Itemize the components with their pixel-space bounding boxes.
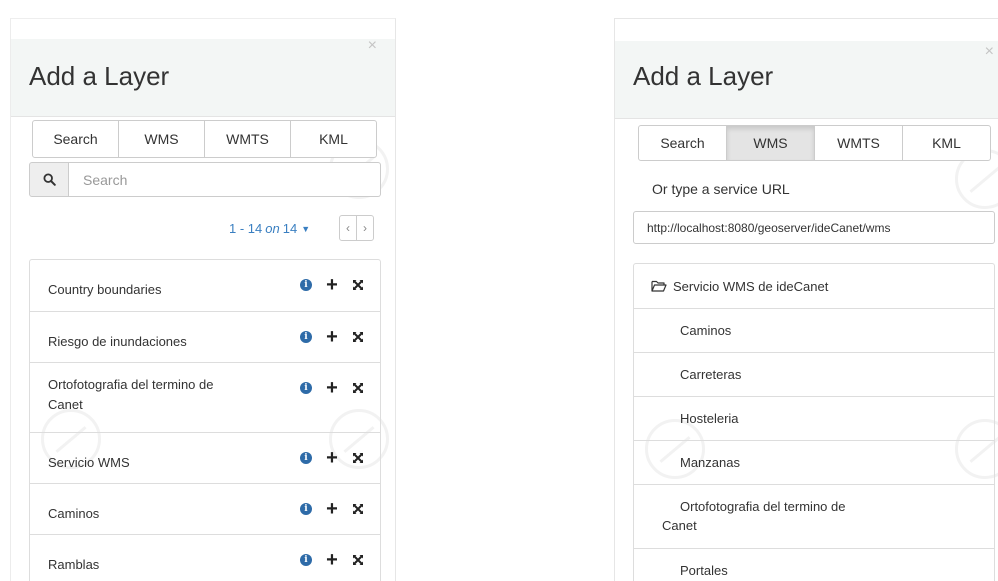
search-group	[29, 162, 381, 197]
close-button[interactable]: ×	[368, 37, 377, 55]
list-item: Country boundaries i +	[30, 260, 380, 312]
tab-kml[interactable]: KML	[902, 125, 991, 161]
caret-down-icon: ▼	[301, 223, 311, 234]
layer-name: Country boundaries	[48, 282, 162, 297]
tab-wmts[interactable]: WMTS	[814, 125, 903, 161]
layer-name: Servicio WMS	[48, 455, 130, 470]
modal-header: Add a Layer ×	[615, 41, 998, 119]
add-layer-panel-wms: Add a Layer × Search WMS WMTS KML Or typ…	[614, 18, 998, 581]
tree-item[interactable]: Caminos	[634, 309, 994, 353]
tab-search[interactable]: Search	[638, 125, 727, 161]
add-icon[interactable]: +	[324, 448, 340, 468]
add-icon[interactable]: +	[324, 550, 340, 570]
info-icon[interactable]: i	[298, 501, 314, 517]
url-label: Or type a service URL	[652, 181, 790, 197]
list-item: Ortofotografia del termino de Canet i +	[30, 363, 380, 433]
tree-item[interactable]: Hosteleria	[634, 397, 994, 441]
add-icon[interactable]: +	[324, 378, 340, 398]
layer-name: Caminos	[48, 506, 100, 521]
info-icon[interactable]: i	[298, 450, 314, 466]
layer-name: Riesgo de inundaciones	[48, 334, 187, 349]
pager-dropdown[interactable]: 1 - 14 on 14 ▼	[229, 221, 310, 236]
service-name: Servicio WMS de ideCanet	[673, 278, 829, 294]
list-item: Servicio WMS i +	[30, 433, 380, 484]
tab-wmts[interactable]: WMTS	[204, 120, 291, 158]
list-item: Ramblas i +	[30, 535, 380, 581]
pager-range: 1 - 14	[229, 221, 263, 236]
service-layer-tree: Servicio WMS de ideCanet Caminos Carrete…	[633, 263, 995, 581]
close-button[interactable]: ×	[985, 43, 994, 61]
add-layer-panel-search: Add a Layer × Search WMS WMTS KML 1 - 14…	[10, 18, 396, 581]
zoom-extent-icon[interactable]	[350, 501, 366, 517]
tab-search[interactable]: Search	[32, 120, 119, 158]
source-tabs: Search WMS WMTS KML	[32, 120, 377, 158]
zoom-extent-icon[interactable]	[350, 277, 366, 293]
chevron-left-icon[interactable]: ‹	[339, 215, 357, 241]
search-input[interactable]	[69, 162, 381, 197]
layer-name: Ramblas	[48, 557, 100, 572]
tab-wms[interactable]: WMS	[118, 120, 205, 158]
pager-total: 14	[282, 221, 298, 236]
tree-item[interactable]: Portales	[634, 549, 994, 581]
tab-wms[interactable]: WMS	[726, 125, 815, 161]
layer-list: Country boundaries i + Riesgo de inundac…	[29, 259, 381, 581]
add-icon[interactable]: +	[324, 327, 340, 347]
info-icon[interactable]: i	[298, 380, 314, 396]
list-item: Riesgo de inundaciones i +	[30, 312, 380, 363]
tree-item[interactable]: Carreteras	[634, 353, 994, 397]
source-tabs: Search WMS WMTS KML	[638, 125, 991, 161]
service-url-input[interactable]	[633, 211, 995, 244]
layer-name-cont: Canet	[48, 397, 83, 412]
modal-title: Add a Layer	[633, 61, 774, 91]
tree-item[interactable]: Manzanas	[634, 441, 994, 485]
info-icon[interactable]: i	[298, 552, 314, 568]
zoom-extent-icon[interactable]	[350, 450, 366, 466]
modal-title: Add a Layer	[29, 61, 170, 91]
layer-name: Ortofotografia del termino de	[48, 377, 214, 392]
tab-kml[interactable]: KML	[290, 120, 377, 158]
search-icon	[29, 162, 69, 197]
service-root[interactable]: Servicio WMS de ideCanet	[634, 264, 994, 309]
add-icon[interactable]: +	[324, 499, 340, 519]
zoom-extent-icon[interactable]	[350, 329, 366, 345]
list-item: Caminos i +	[30, 484, 380, 535]
info-icon[interactable]: i	[298, 277, 314, 293]
add-icon[interactable]: +	[324, 275, 340, 295]
info-icon[interactable]: i	[298, 329, 314, 345]
tree-item[interactable]: Ortofotografia del termino de Canet	[634, 485, 994, 549]
zoom-extent-icon[interactable]	[350, 552, 366, 568]
pager-buttons: ‹ ›	[339, 215, 374, 241]
modal-header: Add a Layer ×	[11, 37, 395, 117]
pager-on: on	[265, 221, 280, 236]
zoom-extent-icon[interactable]	[350, 380, 366, 396]
folder-open-icon	[651, 280, 667, 292]
chevron-right-icon[interactable]: ›	[356, 215, 374, 241]
